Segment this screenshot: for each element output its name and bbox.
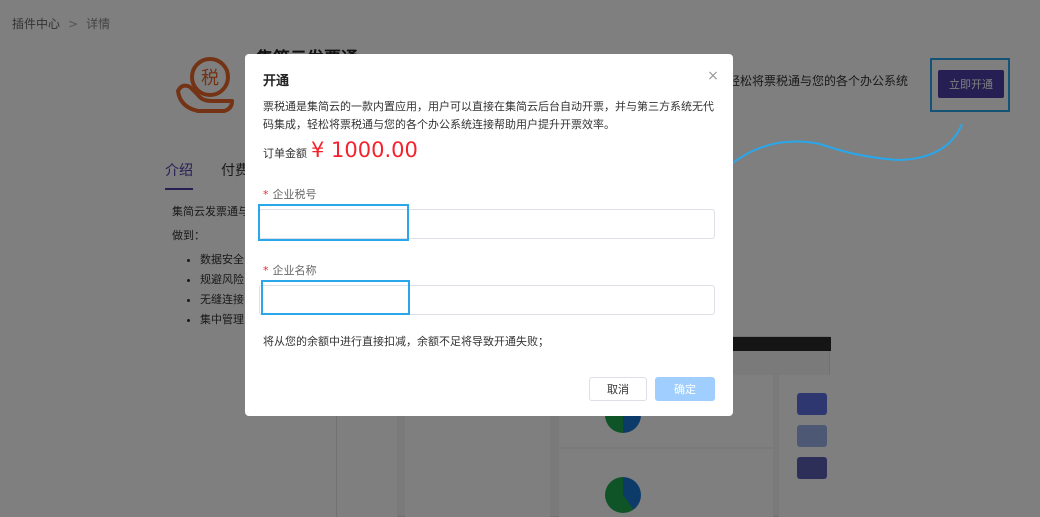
tax-id-label-text: 企业税号: [272, 188, 317, 201]
tax-id-input[interactable]: [259, 209, 715, 239]
order-amount: 订单金额 ¥ 1000.00: [263, 138, 418, 162]
tax-id-label: * 企业税号: [263, 186, 317, 202]
company-name-input[interactable]: [259, 285, 715, 315]
amount-value: ¥ 1000.00: [311, 138, 418, 162]
close-icon[interactable]: ×: [705, 68, 721, 84]
company-name-label-text: 企业名称: [272, 264, 317, 277]
open-dialog: 开通 × 票税通是集简云的一款内置应用，用户可以直接在集简云后台自动开票，并与第…: [245, 54, 733, 416]
dialog-description: 票税通是集简云的一款内置应用，用户可以直接在集简云后台自动开票，并与第三方系统无…: [263, 100, 714, 131]
required-mark: *: [263, 188, 269, 201]
dialog-title: 开通: [263, 74, 290, 89]
cancel-button[interactable]: 取消: [589, 377, 647, 401]
company-name-label: * 企业名称: [263, 262, 317, 278]
required-mark: *: [263, 264, 269, 277]
confirm-button[interactable]: 确定: [655, 377, 715, 401]
balance-note: 将从您的余额中进行直接扣减，余额不足将导致开通失败；: [263, 335, 549, 348]
amount-label: 订单金额: [263, 147, 307, 160]
